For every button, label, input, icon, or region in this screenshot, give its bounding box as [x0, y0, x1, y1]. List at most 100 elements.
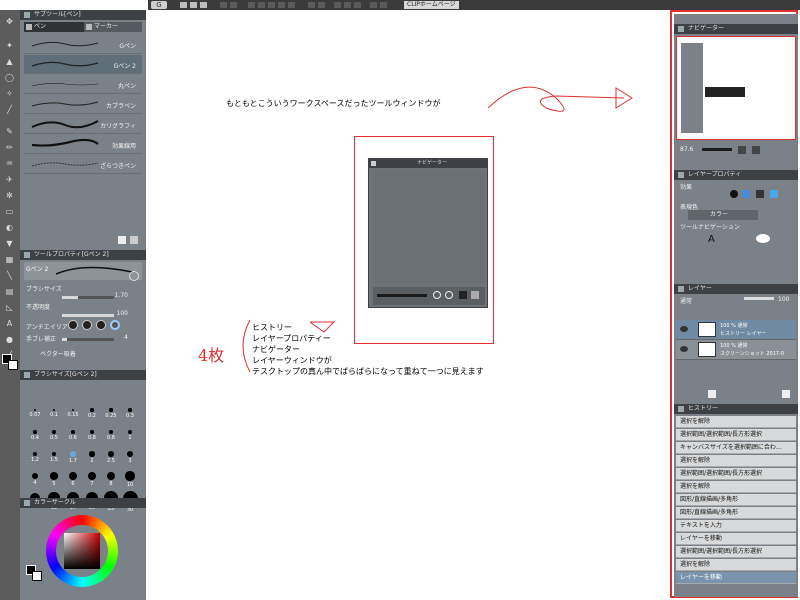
search-icon[interactable]	[129, 271, 139, 281]
select-all-icon[interactable]	[318, 2, 325, 8]
brush-size-option[interactable]: 1	[121, 425, 139, 447]
frame-tool-icon[interactable]: ▤	[5, 288, 14, 296]
clip-logo-icon[interactable]: G	[151, 1, 167, 9]
redo-icon[interactable]	[230, 2, 237, 8]
text-icon[interactable]: A	[708, 234, 715, 245]
brush-item[interactable]: 効果線用	[24, 135, 142, 154]
open-file-icon[interactable]	[190, 2, 197, 8]
brush-size-option[interactable]: 0.25	[102, 403, 120, 425]
tab-marker[interactable]: マーカー	[84, 22, 142, 32]
brush-item[interactable]: Gペン	[24, 35, 142, 54]
history-item[interactable]: 選択を解除	[676, 559, 796, 571]
invert-icon[interactable]	[308, 2, 315, 8]
flip-icon[interactable]	[471, 291, 479, 299]
brush-size-option[interactable]: 0.2	[83, 403, 101, 425]
effect-texture-icon[interactable]	[756, 190, 764, 198]
close-icon[interactable]	[371, 161, 376, 166]
layer-opacity-value[interactable]: 100	[778, 296, 789, 303]
pencil-tool-icon[interactable]: ✏	[5, 144, 14, 152]
blend-tool-icon[interactable]: ◐	[5, 224, 14, 232]
sub-color-swatch[interactable]	[8, 360, 18, 370]
effect-border-icon[interactable]	[730, 190, 738, 198]
color-mode-select[interactable]: カラー	[688, 210, 758, 220]
brush-size-option[interactable]: 1.2	[26, 447, 44, 469]
grid-snap-icon[interactable]	[354, 2, 361, 8]
effect-tone-icon[interactable]	[742, 190, 750, 198]
new-file-icon[interactable]	[180, 2, 187, 8]
brush-size-option[interactable]: 0.8	[102, 425, 120, 447]
brush-size-option[interactable]: 5	[45, 469, 63, 491]
deselect-icon[interactable]	[278, 2, 285, 8]
delete-layer-icon[interactable]	[782, 390, 790, 398]
new-layer-icon[interactable]	[708, 390, 716, 398]
ruler-tool-icon[interactable]: ◺	[5, 304, 14, 312]
balloon-icon[interactable]	[756, 234, 770, 243]
brush-item[interactable]: Gペン 2	[24, 55, 142, 74]
snap-icon[interactable]	[334, 2, 341, 8]
zoom-slider[interactable]	[702, 148, 732, 151]
zoom-slider[interactable]	[377, 294, 427, 297]
crop-icon[interactable]	[288, 2, 295, 8]
gradient-tool-icon[interactable]: ▦	[5, 256, 14, 264]
decoration-tool-icon[interactable]: ✼	[5, 192, 14, 200]
clear-icon[interactable]	[248, 2, 255, 8]
figure-tool-icon[interactable]: ╲	[5, 272, 14, 280]
new-sub-tool-icon[interactable]	[118, 236, 126, 244]
eraser-tool-icon[interactable]: ▭	[5, 208, 14, 216]
brush-size-option[interactable]: 0.8	[83, 425, 101, 447]
floating-navigator-window[interactable]: ナビゲーター	[368, 158, 488, 308]
layer-opacity-slider[interactable]	[744, 297, 774, 300]
lasso-tool-icon[interactable]: ◯	[5, 74, 14, 82]
airbrush-tool-icon[interactable]: ✈	[5, 176, 14, 184]
save-icon[interactable]	[200, 2, 207, 8]
wand-tool-icon[interactable]: ✧	[5, 90, 14, 98]
history-item[interactable]: レイヤーを移動	[676, 572, 796, 584]
text-tool-icon[interactable]: A	[5, 320, 14, 328]
brush-item[interactable]: ざらつきペン	[24, 155, 142, 174]
brush-size-option[interactable]: 8	[102, 469, 120, 491]
transform-icon[interactable]	[268, 2, 275, 8]
stabilization-row[interactable]: 手ブレ補正 4	[26, 334, 140, 344]
brush-tool-icon[interactable]: ♒	[5, 160, 14, 168]
history-item[interactable]: 選択範囲/選択範囲/長方形選択	[676, 546, 796, 558]
zoom-value[interactable]: 87.6	[680, 146, 693, 153]
sub-color-swatch[interactable]	[32, 571, 42, 581]
zoom-out-icon[interactable]	[433, 291, 441, 299]
brush-size-option[interactable]: 4	[26, 469, 44, 491]
history-item[interactable]: テキストを入力	[676, 520, 796, 532]
ruler-snap-icon[interactable]	[344, 2, 351, 8]
fill-tool-icon[interactable]: ▼	[5, 240, 14, 248]
brush-item[interactable]: カブラペン	[24, 95, 142, 114]
brush-size-option[interactable]: 1.7	[64, 447, 82, 469]
eye-icon[interactable]	[680, 346, 688, 352]
brush-size-option[interactable]: 0.07	[26, 403, 44, 425]
tab-pen[interactable]: ペン	[24, 22, 84, 32]
brush-size-option[interactable]: 3	[121, 447, 139, 469]
history-item[interactable]: 選択範囲/選択範囲/長方形選択	[676, 468, 796, 480]
brush-size-option[interactable]: 0.6	[64, 425, 82, 447]
antialias-none-option[interactable]	[68, 320, 78, 330]
brush-size-option[interactable]: 0.3	[121, 403, 139, 425]
brush-size-option[interactable]: 0.1	[45, 403, 63, 425]
fill-icon[interactable]	[258, 2, 265, 8]
navigator-preview[interactable]	[676, 36, 796, 140]
layer-row[interactable]: 100 % 通常 ヒストリー レイヤー	[676, 320, 796, 340]
trash-icon[interactable]	[130, 236, 138, 244]
history-item[interactable]: レイヤーを移動	[676, 533, 796, 545]
effect-color-icon[interactable]	[770, 190, 778, 198]
balloon-tool-icon[interactable]: ●	[5, 336, 14, 344]
actual-size-icon[interactable]	[752, 146, 760, 154]
brush-item[interactable]: カリグラフィ	[24, 115, 142, 134]
brush-size-option[interactable]: 0.4	[26, 425, 44, 447]
eye-icon[interactable]	[680, 326, 688, 332]
zoom-in-icon[interactable]	[445, 291, 453, 299]
history-item[interactable]: 選択を解除	[676, 455, 796, 467]
history-item[interactable]: 選択を解除	[676, 416, 796, 428]
pen-tool-icon[interactable]: ✎	[5, 128, 14, 136]
brush-size-slider[interactable]: 1.70	[26, 292, 140, 302]
history-item[interactable]: キャンバスサイズを選択範囲に合わ…	[676, 442, 796, 454]
brush-size-option[interactable]: 6	[64, 469, 82, 491]
brush-size-option[interactable]: 2	[83, 447, 101, 469]
brush-size-option[interactable]: 0.15	[64, 403, 82, 425]
brush-size-option[interactable]: 2.5	[102, 447, 120, 469]
